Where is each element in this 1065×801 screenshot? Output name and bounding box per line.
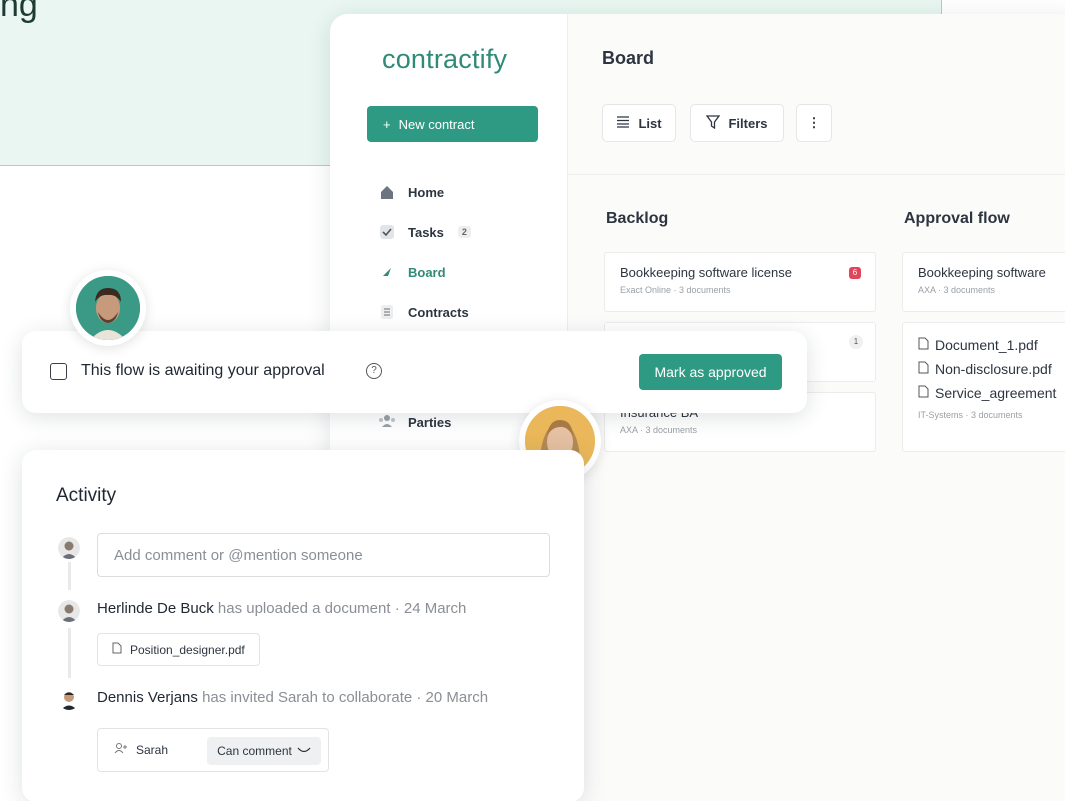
- page-title: Board: [602, 48, 655, 68]
- document-item[interactable]: Service_agreement: [918, 381, 1065, 405]
- home-icon: [378, 183, 396, 201]
- sidebar-item-home[interactable]: Home: [378, 172, 471, 212]
- activity-event: Herlinde De Buck has uploaded a document…: [97, 600, 466, 617]
- card-subtitle: AXA · 3 documents: [620, 425, 698, 435]
- event-text: has invited Sarah to collaborate · 20 Ma…: [202, 689, 489, 706]
- sidebar-item-contracts[interactable]: Contracts: [378, 292, 471, 332]
- chevron-down-icon: [297, 744, 311, 758]
- avatar: [58, 688, 80, 710]
- list-icon: [616, 115, 630, 131]
- tasks-count-badge: 2: [457, 226, 471, 238]
- new-contract-label: New contract: [398, 116, 475, 132]
- parties-icon: [378, 414, 396, 431]
- document-name: Service_agreement: [935, 385, 1057, 401]
- activity-title: Activity: [56, 485, 117, 506]
- file-icon: [112, 642, 122, 657]
- avatar: [70, 270, 146, 346]
- approval-checkbox[interactable]: [50, 363, 67, 380]
- sidebar-item-label: Board: [408, 264, 446, 280]
- card-badge: 1: [849, 335, 863, 349]
- filters-button[interactable]: Filters: [690, 104, 784, 142]
- collaborator-name: Sarah: [136, 742, 169, 757]
- mark-as-approved-button[interactable]: Mark as approved: [639, 354, 782, 390]
- file-icon: [918, 337, 929, 353]
- document-name: Non-disclosure.pdf: [935, 361, 1052, 377]
- card-subtitle: Exact Online · 3 documents: [620, 285, 731, 295]
- new-contract-button[interactable]: + New contract: [367, 106, 538, 142]
- file-name: Position_designer.pdf: [130, 642, 245, 657]
- more-options-button[interactable]: ⋮: [796, 104, 832, 142]
- filters-label: Filters: [728, 115, 768, 131]
- thread-line: [68, 562, 71, 590]
- board-icon: [378, 263, 396, 281]
- comment-input[interactable]: Add comment or @mention someone: [97, 533, 550, 577]
- add-user-icon: [114, 742, 128, 757]
- collaborator-row: Sarah Can comment: [97, 728, 329, 772]
- backlog-card[interactable]: Bookkeeping software license Exact Onlin…: [604, 252, 876, 312]
- document-item[interactable]: Non-disclosure.pdf: [918, 357, 1065, 381]
- approval-text: This flow is awaiting your approval: [81, 362, 325, 379]
- card-title: Bookkeeping software: [918, 265, 1046, 280]
- document-item[interactable]: Document_1.pdf: [918, 333, 1065, 357]
- logo: contractify: [382, 44, 508, 74]
- sidebar-nav: Home Tasks 2 Board Contracts: [378, 172, 471, 332]
- document-name: Document_1.pdf: [935, 337, 1038, 353]
- plus-icon: +: [383, 116, 391, 132]
- file-icon: [918, 385, 929, 401]
- contracts-icon: [378, 303, 396, 321]
- permission-label: Can comment: [217, 744, 292, 758]
- list-view-button[interactable]: List: [602, 104, 676, 142]
- hero-text: ng: [0, 0, 38, 24]
- event-actor[interactable]: Dennis Verjans: [97, 689, 198, 706]
- card-badge: 6: [849, 267, 861, 279]
- card-subtitle: IT-Systems · 3 documents: [918, 410, 1023, 420]
- file-icon: [918, 361, 929, 377]
- activity-panel: Activity Add comment or @mention someone…: [22, 450, 584, 801]
- activity-event: Dennis Verjans has invited Sarah to coll…: [97, 689, 488, 706]
- filter-icon: [706, 114, 721, 132]
- card-title: Bookkeeping software license: [620, 265, 792, 280]
- sidebar-item-tasks[interactable]: Tasks 2: [378, 212, 471, 252]
- approval-column-title: Approval flow: [904, 210, 1010, 227]
- event-text: has uploaded a document · 24 March: [217, 600, 467, 617]
- list-label: List: [638, 115, 662, 131]
- help-icon[interactable]: ?: [366, 363, 382, 379]
- permission-select[interactable]: Can comment: [207, 737, 321, 765]
- sidebar-item-label: Tasks: [408, 224, 444, 240]
- event-actor[interactable]: Herlinde De Buck: [97, 600, 214, 617]
- stage: ng contractify + New contract Home Tasks…: [0, 0, 1065, 801]
- approval-card[interactable]: Bookkeeping software AXA · 3 documents: [902, 252, 1065, 312]
- toolbar-divider: [568, 174, 1065, 175]
- avatar: [58, 600, 80, 622]
- sidebar-item-label: Parties: [408, 414, 452, 430]
- approval-bar: This flow is awaiting your approval ? Ma…: [22, 331, 807, 413]
- approval-card-documents[interactable]: Document_1.pdf Non-disclosure.pdf Servic…: [902, 322, 1065, 452]
- thread-line: [68, 628, 71, 678]
- sidebar-item-board[interactable]: Board: [378, 252, 471, 292]
- avatar: [58, 537, 80, 559]
- file-attachment[interactable]: Position_designer.pdf: [97, 633, 260, 666]
- collaborator: Sarah: [114, 742, 168, 757]
- sidebar-item-label: Contracts: [408, 304, 469, 320]
- sidebar-item-label: Home: [408, 184, 445, 200]
- backlog-column-title: Backlog: [606, 210, 669, 227]
- card-subtitle: AXA · 3 documents: [918, 285, 996, 295]
- tasks-icon: [378, 223, 396, 241]
- more-vertical-icon: ⋮: [807, 115, 821, 130]
